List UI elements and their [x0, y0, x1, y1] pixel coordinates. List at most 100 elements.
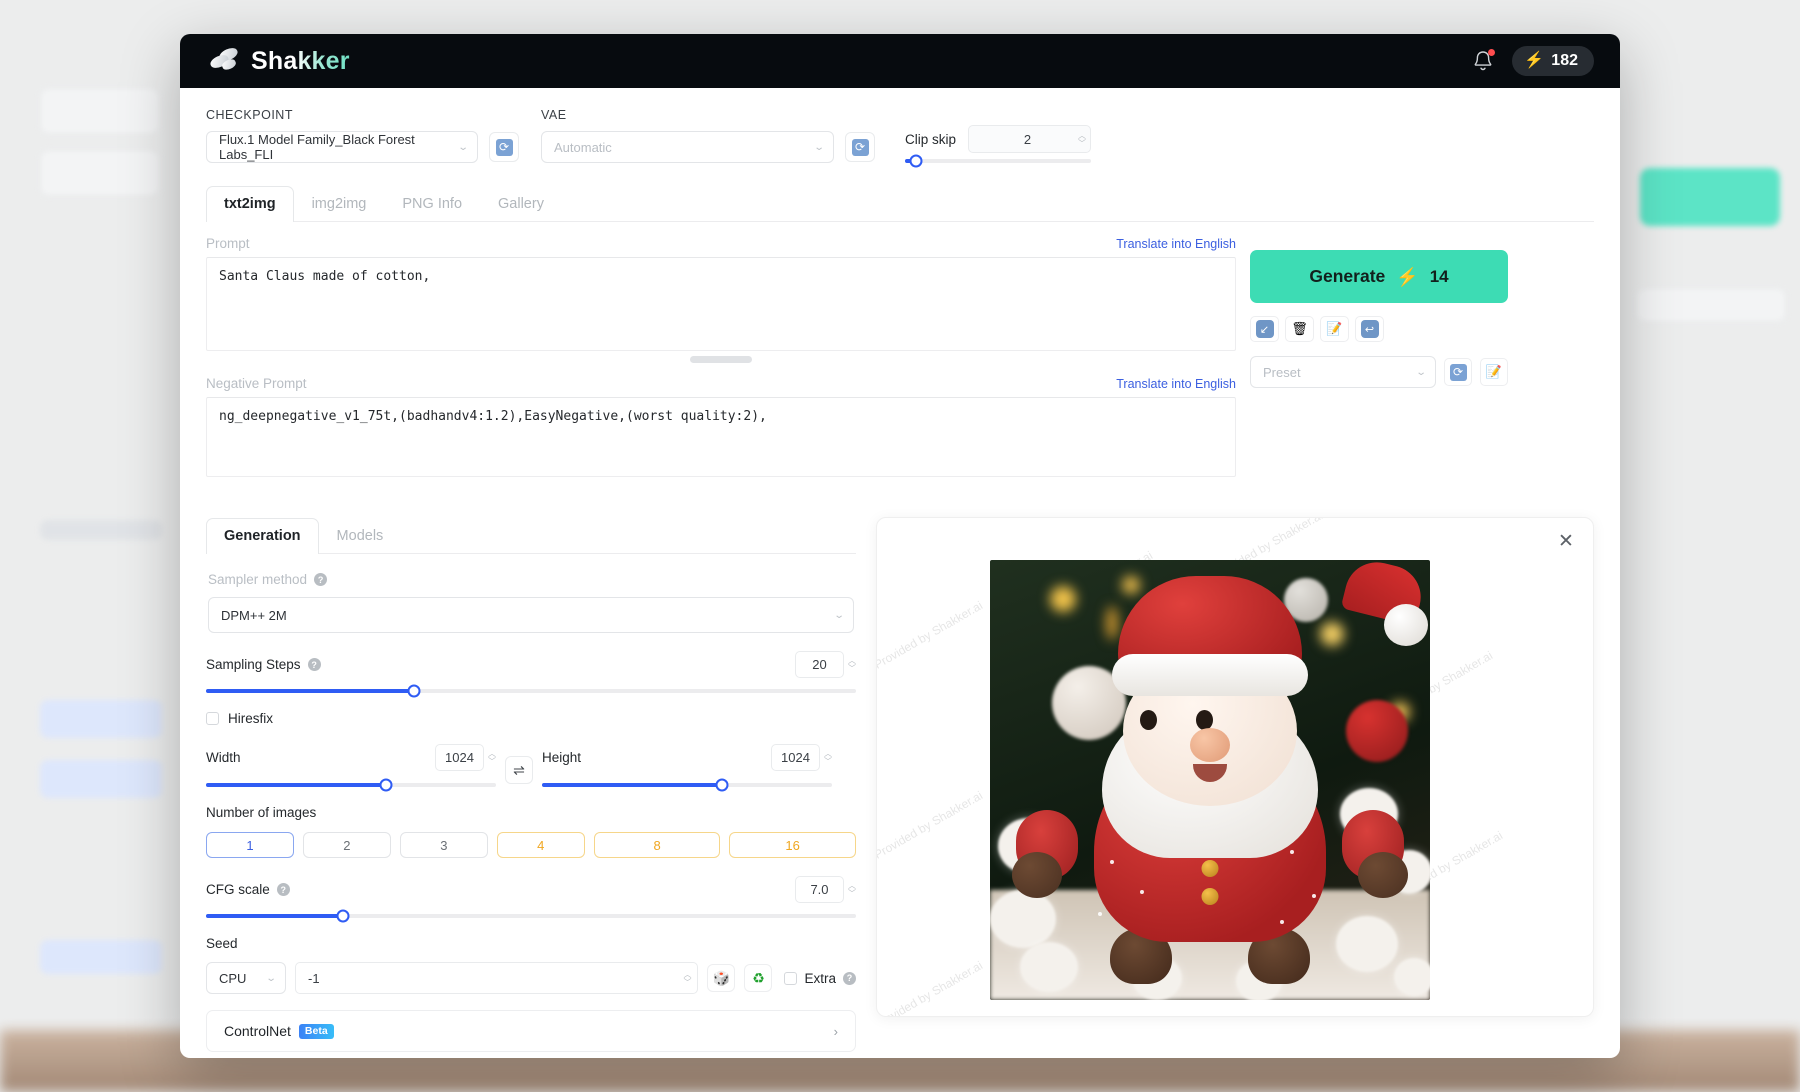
random-seed-button[interactable]: 🎲 — [707, 964, 736, 992]
shakker-logo-icon — [208, 45, 240, 74]
image-preview-panel: Provided by Shakker.ai Provided by Shakk… — [876, 517, 1594, 1017]
seed-device-select[interactable]: CPU ⌄ — [206, 962, 286, 994]
num-images-option-8[interactable]: 8 — [593, 832, 721, 858]
help-icon[interactable]: ? — [307, 658, 321, 671]
notepad-icon: 📝 — [1326, 321, 1343, 336]
checkpoint-label: CHECKPOINT — [206, 108, 293, 122]
chevron-right-icon: › — [833, 1023, 838, 1039]
backdrop-card — [40, 88, 160, 134]
tab-generation[interactable]: Generation — [206, 518, 319, 554]
generate-button[interactable]: Generate ⚡ 14 — [1250, 250, 1508, 303]
tab-models[interactable]: Models — [319, 518, 402, 554]
help-icon[interactable]: ? — [843, 971, 856, 985]
lightning-bolt-icon: ⚡ — [1524, 52, 1545, 69]
num-images-option-2[interactable]: 2 — [302, 832, 391, 858]
generated-image[interactable] — [990, 560, 1430, 1000]
num-images-option-4[interactable]: 4 — [496, 832, 585, 858]
tab-gallery[interactable]: Gallery — [480, 186, 562, 222]
vae-refresh-button[interactable]: ⟳ — [845, 132, 875, 162]
num-images-option-1[interactable]: 1 — [206, 832, 294, 858]
clip-skip-label: Clip skip — [905, 131, 957, 147]
controlnet-accordion[interactable]: ControlNet Beta › — [206, 1010, 856, 1052]
notifications-bell-icon[interactable] — [1472, 49, 1496, 73]
apply-style-button[interactable]: ↩ — [1355, 316, 1384, 342]
backdrop-card — [1636, 288, 1786, 322]
controlnet-title: ControlNet — [224, 1023, 291, 1039]
stepper-arrows-icon[interactable]: ︿ ﹀ — [848, 882, 856, 898]
negative-prompt-label: Negative Prompt — [206, 376, 307, 391]
close-preview-button[interactable]: ✕ — [1555, 530, 1577, 552]
preset-value: Preset — [1263, 364, 1301, 380]
generate-label: Generate — [1309, 266, 1386, 286]
brand-logo[interactable]: Shakker — [208, 45, 350, 76]
width-slider[interactable] — [206, 778, 496, 792]
tab-img2img[interactable]: img2img — [294, 186, 385, 222]
trash-icon: 🗑 — [1291, 321, 1308, 336]
stepper-arrows-icon[interactable]: ︿ ﹀ — [488, 750, 496, 766]
seed-input[interactable]: -1 ︿ ﹀ — [295, 962, 699, 994]
hiresfix-checkbox[interactable]: Hiresfix — [206, 711, 856, 726]
edit-styles-button[interactable]: 📝 — [1320, 316, 1349, 342]
refresh-icon: ⟳ — [851, 138, 869, 156]
sampling-steps-value[interactable]: 20 — [795, 651, 844, 678]
translate-prompt-link[interactable]: Translate into English — [1116, 237, 1236, 251]
chevron-down-icon: ⌄ — [833, 609, 845, 621]
height-slider[interactable] — [542, 778, 832, 792]
preset-edit-button[interactable]: 📝 — [1480, 358, 1508, 386]
read-generation-params-button[interactable]: ↙ — [1250, 316, 1279, 342]
sampler-method-select[interactable]: DPM++ 2M ⌄ — [208, 597, 854, 633]
preset-select[interactable]: Preset ⌄ — [1250, 356, 1436, 388]
help-icon[interactable]: ? — [276, 883, 290, 896]
arrow-down-left-icon: ↙ — [1255, 320, 1274, 338]
clip-skip-stepper[interactable]: 2 ︿ ﹀ — [968, 125, 1091, 153]
swap-dimensions-button[interactable]: ⇌ — [505, 756, 533, 784]
credits-pill[interactable]: ⚡ 182 — [1512, 46, 1594, 76]
num-images-option-16[interactable]: 16 — [729, 832, 856, 858]
parameter-tabs: Generation Models — [206, 517, 856, 554]
num-images-option-3[interactable]: 3 — [399, 832, 488, 858]
height-label: Height — [542, 750, 582, 765]
translate-negative-prompt-link[interactable]: Translate into English — [1116, 377, 1236, 391]
cfg-scale-row: CFG scale ? 7.0 ︿ ﹀ — [206, 876, 856, 903]
height-value[interactable]: 1024 — [771, 744, 820, 771]
main-tabs: txt2img img2img PNG Info Gallery — [206, 185, 1594, 222]
chevron-down-icon: ⌄ — [1415, 366, 1427, 378]
cfg-scale-value[interactable]: 7.0 — [795, 876, 844, 903]
preset-refresh-button[interactable]: ⟳ — [1444, 358, 1472, 386]
number-of-images-label: Number of images — [206, 805, 317, 820]
width-value[interactable]: 1024 — [435, 744, 484, 771]
prompt-resize-handle[interactable] — [690, 356, 752, 363]
watermark-text: Provided by Shakker.ai — [877, 788, 986, 862]
reuse-seed-button[interactable]: ♻ — [744, 964, 773, 992]
backdrop-strip — [40, 700, 162, 738]
stepper-arrows-icon[interactable]: ︿ ﹀ — [848, 657, 856, 673]
backdrop-strip — [40, 940, 162, 974]
help-icon[interactable]: ? — [314, 573, 328, 586]
prompt-input[interactable]: Santa Claus made of cotton, — [206, 257, 1236, 351]
model-selection-bar: CHECKPOINT Flux.1 Model Family_Black For… — [206, 108, 1594, 168]
recycle-icon: ♻ — [752, 969, 765, 986]
lightning-bolt-icon: ⚡ — [1396, 266, 1419, 287]
clip-skip-value: 2 — [1023, 131, 1032, 147]
tab-txt2img[interactable]: txt2img — [206, 186, 294, 222]
preset-row: Preset ⌄ ⟳ 📝 — [1250, 356, 1508, 388]
height-field: Height 1024 ︿ ﹀ — [542, 744, 832, 792]
backdrop-strip — [40, 760, 162, 798]
extra-seed-checkbox[interactable]: Extra ? — [784, 971, 856, 986]
checkpoint-refresh-button[interactable]: ⟳ — [489, 132, 519, 162]
checkpoint-select[interactable]: Flux.1 Model Family_Black Forest Labs_FL… — [206, 131, 478, 163]
stepper-arrows-icon[interactable]: ︿ ﹀ — [683, 970, 691, 986]
quick-action-buttons: ↙ 🗑 📝 ↩ — [1250, 316, 1508, 342]
stepper-arrows-icon[interactable]: ︿ ﹀ — [824, 750, 832, 766]
clear-prompt-button[interactable]: 🗑 — [1285, 316, 1314, 342]
stepper-arrows-icon[interactable]: ︿ ﹀ — [1078, 131, 1086, 147]
header-actions: ⚡ 182 — [1472, 46, 1594, 76]
edit-icon: 📝 — [1485, 364, 1503, 379]
sampling-steps-slider[interactable] — [206, 684, 856, 698]
vae-value: Automatic — [554, 139, 612, 155]
vae-select[interactable]: Automatic ⌄ — [541, 131, 834, 163]
cfg-scale-slider[interactable] — [206, 909, 856, 923]
negative-prompt-input[interactable]: ng_deepnegative_v1_75t,(badhandv4:1.2),E… — [206, 397, 1236, 477]
clip-skip-slider[interactable] — [905, 154, 1091, 168]
tab-png-info[interactable]: PNG Info — [384, 186, 480, 222]
